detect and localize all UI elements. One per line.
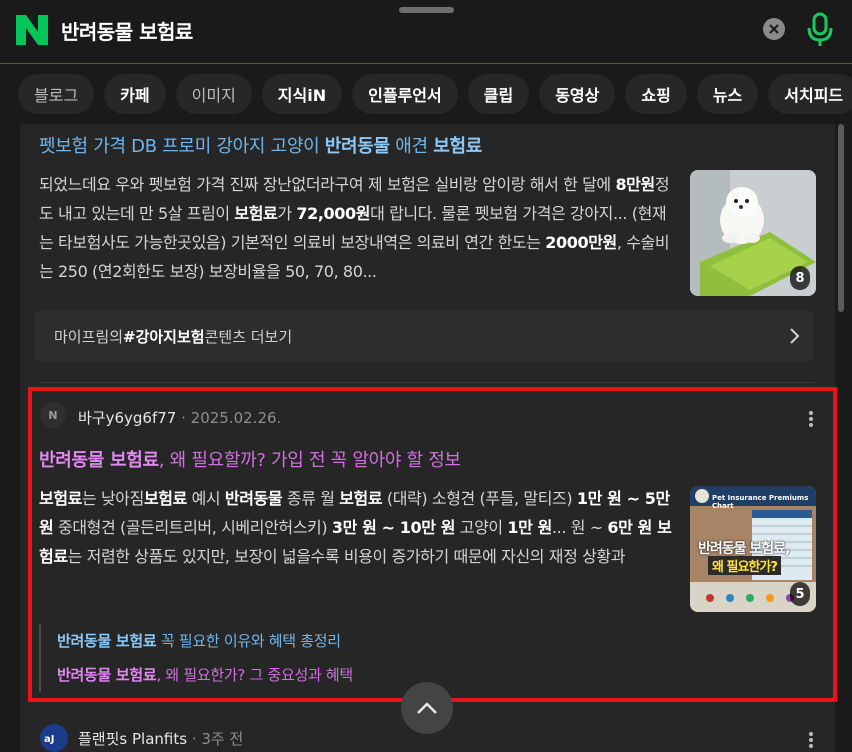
- tab-searchfeed[interactable]: 서치피드: [768, 74, 852, 114]
- search-query-text[interactable]: 반려동물 보험료: [61, 16, 193, 45]
- tab-shopping[interactable]: 쇼핑: [625, 74, 687, 114]
- svg-text:aJ: aJ: [44, 734, 54, 744]
- post1-more-content-link[interactable]: 마이프림의 #강아지보험 콘텐츠 더보기: [34, 310, 814, 362]
- post1-image-count: 8: [790, 266, 810, 290]
- chevron-right-icon: [790, 328, 800, 344]
- divider: [39, 382, 815, 383]
- snippet-segment: 보험료: [234, 204, 278, 223]
- tab-influencer[interactable]: 인플루언서: [352, 74, 458, 114]
- chevron-up-icon: [417, 702, 437, 714]
- category-tabs: 블로그 카페 이미지 지식iN 인플루언서 클립 동영상 쇼핑 뉴스 서치피드: [0, 64, 852, 124]
- snippet-segment: 되었느데요 우와 펫보험 가격 진짜 장난없더라구여 제 보험은 실비랑 암이랑…: [39, 175, 616, 194]
- search-header: 반려동물 보험료: [0, 0, 852, 64]
- naver-logo-icon[interactable]: [16, 15, 48, 45]
- scrollbar-thumb[interactable]: [838, 124, 844, 312]
- planfits-logo-icon: aJ: [44, 734, 54, 744]
- post3-author-line[interactable]: 플랜핏s Planfits · 3주 전: [78, 728, 243, 749]
- tab-cafe[interactable]: 카페: [104, 74, 166, 114]
- post3-author-avatar[interactable]: aJ: [40, 724, 68, 752]
- tab-image[interactable]: 이미지: [175, 74, 252, 114]
- snippet-segment: 72,000원: [296, 204, 371, 223]
- post1-thumbnail[interactable]: 8: [690, 170, 816, 296]
- clear-icon[interactable]: [763, 18, 785, 40]
- tab-blog[interactable]: 블로그: [18, 74, 95, 114]
- post3-date: 3주 전: [201, 730, 244, 748]
- mic-icon[interactable]: [804, 12, 836, 48]
- highlight-box: [28, 387, 837, 702]
- tab-kin[interactable]: 지식iN: [261, 74, 343, 114]
- drag-handle[interactable]: [399, 7, 454, 13]
- snippet-segment: 가: [277, 204, 297, 223]
- tab-news[interactable]: 뉴스: [696, 74, 759, 114]
- snippet-segment: 2000만원: [545, 233, 617, 252]
- scroll-to-top-button[interactable]: [401, 682, 453, 734]
- tab-clip[interactable]: 클립: [467, 74, 530, 114]
- post1-snippet[interactable]: 되었느데요 우와 펫보험 가격 진짜 장난없더라구여 제 보험은 실비랑 암이랑…: [39, 170, 679, 286]
- post1-title-link[interactable]: 펫보험 가격 DB 프로미 강아지 고양이 반려동물 애견 보험료: [39, 132, 482, 158]
- tab-video[interactable]: 동영상: [539, 74, 616, 114]
- snippet-segment: 8만원: [615, 175, 655, 194]
- post3-more-icon[interactable]: [808, 732, 814, 748]
